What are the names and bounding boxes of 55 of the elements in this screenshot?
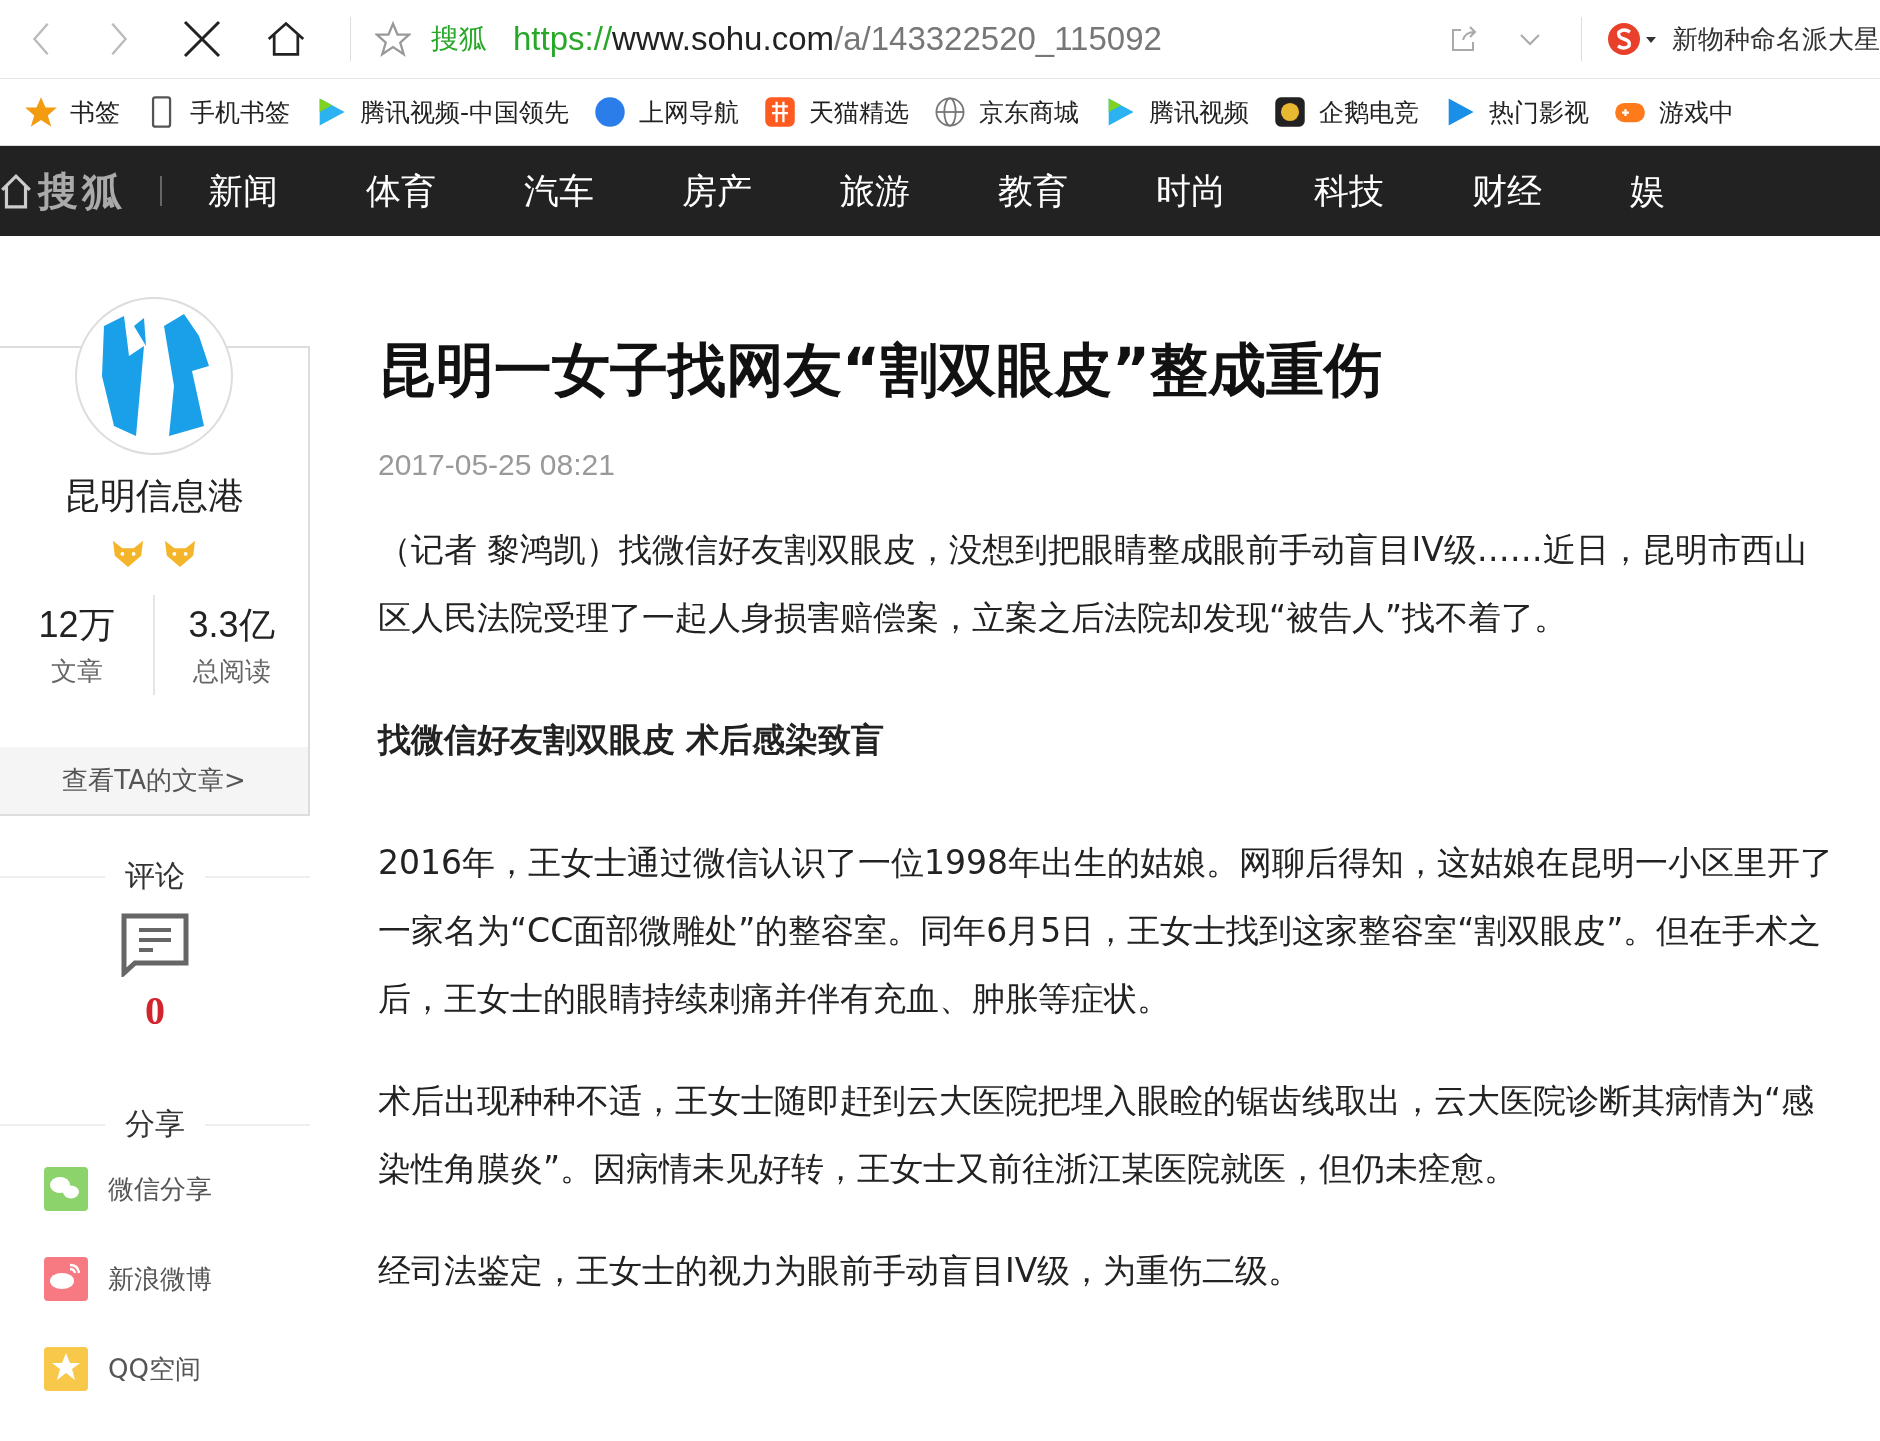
stat-label: 总阅读 [192, 655, 271, 688]
address-url[interactable]: https://www.sohu.com/a/143322520_115092 [513, 20, 1449, 58]
nav-link[interactable]: 时尚 [1156, 167, 1226, 215]
shopping-icon[interactable] [763, 95, 798, 129]
nav-link[interactable]: 娱 [1630, 167, 1665, 215]
star-icon[interactable] [24, 95, 58, 129]
paragraph: （记者 黎鸿凯）找微信好友割双眼皮，没想到把眼睛整成眼前手动盲目IV级……近日，昆明市西山区人民法院受理了一起人身损害赔偿案，立案之后法院却发现“被告人”找不着了。 [378, 529, 1808, 639]
sohu-logo[interactable]: 搜狐 [0, 163, 126, 219]
nav-link[interactable]: 房产 [682, 167, 752, 215]
paragraph: 2016年，王女士通过微信认识了一位1998年出生的姑娘。网聊后得知，这姑娘在昆明一小区里开了一家名为“CC面部微雕处”的整容室。同年6月5日，王女士找到这家整容室“割双眼皮”。但在手术之后，王女士的眼睛持续刺痛并伴有充血、肿胀等症状。 [378, 842, 1834, 1020]
bookmark-item[interactable]: 天猫精选 [763, 95, 910, 129]
stat-value: 12万 [38, 603, 115, 647]
share-link[interactable]: QQ空间 [44, 1347, 310, 1391]
star-icon[interactable] [375, 21, 411, 57]
home-icon[interactable] [0, 173, 32, 209]
share-link[interactable]: 微信分享 [44, 1167, 310, 1211]
weibo-icon[interactable] [44, 1257, 88, 1301]
nav-link[interactable]: 科技 [1314, 167, 1384, 215]
paragraph: 经司法鉴定，王女士的视力为眼前手动盲目IV级，为重伤二级。 [378, 1250, 1303, 1292]
nav-link[interactable]: 体育 [366, 167, 436, 215]
paragraph: 术后出现种种不适，王女士随即赶到云大医院把埋入眼睑的锯齿线取出，云大医院诊断其病情为“感染性角膜炎”。因病情未见好转，王女士又前往浙江某医院就医，但仍未痊愈。 [378, 1080, 1816, 1190]
logo-text[interactable]: 搜狐 [38, 163, 126, 219]
article-title: 昆明一女子找网友“割双眼皮”整成重伤 [378, 335, 1384, 406]
view-articles-link[interactable]: 查看TA的文章> [0, 747, 308, 814]
stat-label: 文章 [50, 655, 103, 688]
comment-count[interactable]: 0 [0, 987, 310, 1034]
section-heading: 评论 [124, 857, 186, 895]
share-link[interactable]: 新浪微博 [44, 1257, 310, 1301]
sogou-logo-icon[interactable] [1606, 21, 1658, 57]
home-icon[interactable] [266, 19, 306, 59]
bookmark-item[interactable]: 手机书签 [144, 95, 290, 129]
chat-bubbles-icon[interactable] [44, 1167, 88, 1211]
bookmark-item[interactable]: 上网导航 [593, 95, 740, 129]
nav-link[interactable]: 新闻 [208, 167, 278, 215]
bookmark-item[interactable]: 腾讯视频 [1103, 95, 1250, 129]
bookmark-item[interactable]: 企鹅电竞 [1273, 95, 1420, 129]
bookmark-item[interactable]: 书签 [24, 95, 120, 129]
bookmark-item[interactable]: 热门影视 [1443, 95, 1590, 129]
profile-name[interactable]: 新物种命名派大星 [1672, 21, 1880, 57]
author-name[interactable]: 昆明信息港 [64, 472, 244, 521]
nav-link[interactable]: 教育 [998, 167, 1068, 215]
bookmark-item[interactable]: 京东商城 [933, 95, 1080, 129]
share-icon[interactable] [1449, 24, 1479, 54]
section-heading: 分享 [124, 1105, 186, 1143]
nav-link[interactable]: 旅游 [840, 167, 910, 215]
bookmark-item[interactable]: 腾讯视频-中国领先 [314, 95, 570, 129]
bookmark-item[interactable]: 游戏中 [1613, 95, 1735, 129]
site-label: 搜狐 [431, 21, 487, 57]
stat-value: 3.3亿 [188, 603, 275, 647]
close-icon[interactable] [182, 19, 222, 59]
comment-icon[interactable] [121, 913, 189, 977]
nav-link[interactable]: 汽车 [524, 167, 594, 215]
nav-link[interactable]: 财经 [1472, 167, 1542, 215]
subheading: 找微信好友割双眼皮 术后感染致盲 [378, 719, 886, 761]
article-date: 2017-05-25 08:21 [378, 448, 616, 482]
